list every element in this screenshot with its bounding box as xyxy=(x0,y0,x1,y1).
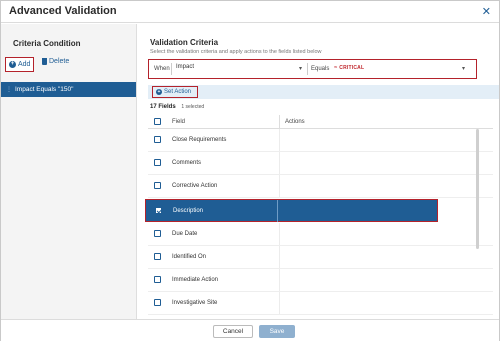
table-row-selected[interactable]: Description xyxy=(145,199,438,222)
table-row[interactable]: Investigative Site xyxy=(148,292,493,315)
cancel-button[interactable]: Cancel xyxy=(213,325,253,338)
field-cell: Description xyxy=(173,208,204,214)
when-label: When xyxy=(154,66,170,72)
row-checkbox[interactable] xyxy=(154,136,161,143)
add-button[interactable]: + Add xyxy=(5,57,34,72)
field-cell: Identified On xyxy=(172,254,207,260)
divider xyxy=(307,63,308,75)
column-divider xyxy=(279,129,280,151)
criteria-condition-title: Criteria Condition xyxy=(13,39,81,48)
criteria-item-label: Impact Equals "150" xyxy=(15,86,74,93)
row-checkbox[interactable] xyxy=(154,159,161,166)
table-row[interactable]: Close Requirements xyxy=(148,129,493,152)
field-cell: Immediate Action xyxy=(172,277,219,283)
fields-table: Field Actions Close Requirements Comment… xyxy=(145,115,493,315)
column-divider xyxy=(279,246,280,268)
selected-count: 1 selected xyxy=(181,104,205,110)
delete-button[interactable]: Delete xyxy=(42,58,69,65)
chevron-down-icon[interactable]: ▾ xyxy=(299,65,302,72)
trash-icon xyxy=(42,58,47,65)
field-select[interactable]: Impact xyxy=(176,64,194,74)
scrollbar[interactable] xyxy=(476,129,479,249)
set-action-button[interactable]: + Set Action xyxy=(152,86,198,98)
close-icon[interactable]: ✕ xyxy=(482,5,491,18)
actions-column-header: Actions xyxy=(285,119,305,125)
plus-circle-icon: + xyxy=(156,89,162,95)
table-row[interactable]: Comments xyxy=(148,152,493,175)
table-header: Field Actions xyxy=(148,115,493,129)
add-label: Add xyxy=(18,61,31,68)
row-checkbox[interactable] xyxy=(154,299,161,306)
validation-criteria-subtitle: Select the validation criteria and apply… xyxy=(150,49,322,55)
field-cell: Investigative Site xyxy=(172,300,218,306)
row-checkbox[interactable] xyxy=(154,276,161,283)
criteria-condition-pane: Criteria Condition + Add Delete ⋮ Impact… xyxy=(1,24,137,319)
value-select[interactable]: ≈ CRITICAL xyxy=(334,65,364,75)
set-action-label: Set Action xyxy=(164,89,192,95)
validation-criteria-title: Validation Criteria xyxy=(150,38,219,47)
field-cell: Due Date xyxy=(172,231,198,237)
critical-priority-icon: ≈ xyxy=(334,65,338,71)
field-cell: Comments xyxy=(172,160,202,166)
save-button[interactable]: Save xyxy=(259,325,295,338)
column-divider xyxy=(279,223,280,245)
table-row[interactable]: Identified On xyxy=(148,246,493,269)
drag-handle-icon[interactable]: ⋮ xyxy=(6,86,12,93)
field-count: 17 Fields 1 selected xyxy=(150,104,204,110)
row-checkbox[interactable] xyxy=(154,182,161,189)
column-divider xyxy=(279,292,280,314)
action-toolbar: + Set Action xyxy=(148,85,499,99)
row-checkbox[interactable] xyxy=(154,230,161,237)
operator-label: Equals xyxy=(311,66,330,72)
row-checkbox[interactable] xyxy=(154,253,161,260)
table-row[interactable]: Immediate Action xyxy=(148,269,493,292)
value-text: CRITICAL xyxy=(339,65,365,71)
validation-criteria-pane: Validation Criteria Select the validatio… xyxy=(138,24,499,319)
field-cell: Corrective Action xyxy=(172,183,218,189)
criteria-item[interactable]: ⋮ Impact Equals "150" xyxy=(1,82,136,97)
field-cell: Close Requirements xyxy=(172,137,227,143)
column-divider xyxy=(277,200,278,222)
table-row[interactable]: Due Date xyxy=(148,223,493,246)
when-condition-row: When Impact ▾ Equals ≈ CRITICAL ▾ xyxy=(148,59,477,79)
column-divider xyxy=(279,175,280,197)
dialog-title: Advanced Validation xyxy=(9,5,117,17)
advanced-validation-dialog: Advanced Validation ✕ Criteria Condition… xyxy=(0,0,500,341)
dialog-header: Advanced Validation ✕ xyxy=(1,1,499,23)
criteria-toolbar: + Add Delete xyxy=(5,57,133,72)
column-divider xyxy=(279,115,280,129)
column-divider xyxy=(279,152,280,174)
table-row[interactable]: Corrective Action xyxy=(148,175,493,198)
delete-label: Delete xyxy=(49,58,70,65)
dialog-footer: Cancel Save xyxy=(1,319,499,341)
column-divider xyxy=(279,269,280,291)
row-checkbox-checked[interactable] xyxy=(155,207,162,214)
chevron-down-icon[interactable]: ▾ xyxy=(462,65,465,72)
field-count-text: 17 Fields xyxy=(150,104,176,110)
select-all-checkbox[interactable] xyxy=(154,118,161,125)
plus-circle-icon: + xyxy=(9,61,16,68)
field-column-header: Field xyxy=(172,119,186,125)
divider xyxy=(171,63,172,75)
